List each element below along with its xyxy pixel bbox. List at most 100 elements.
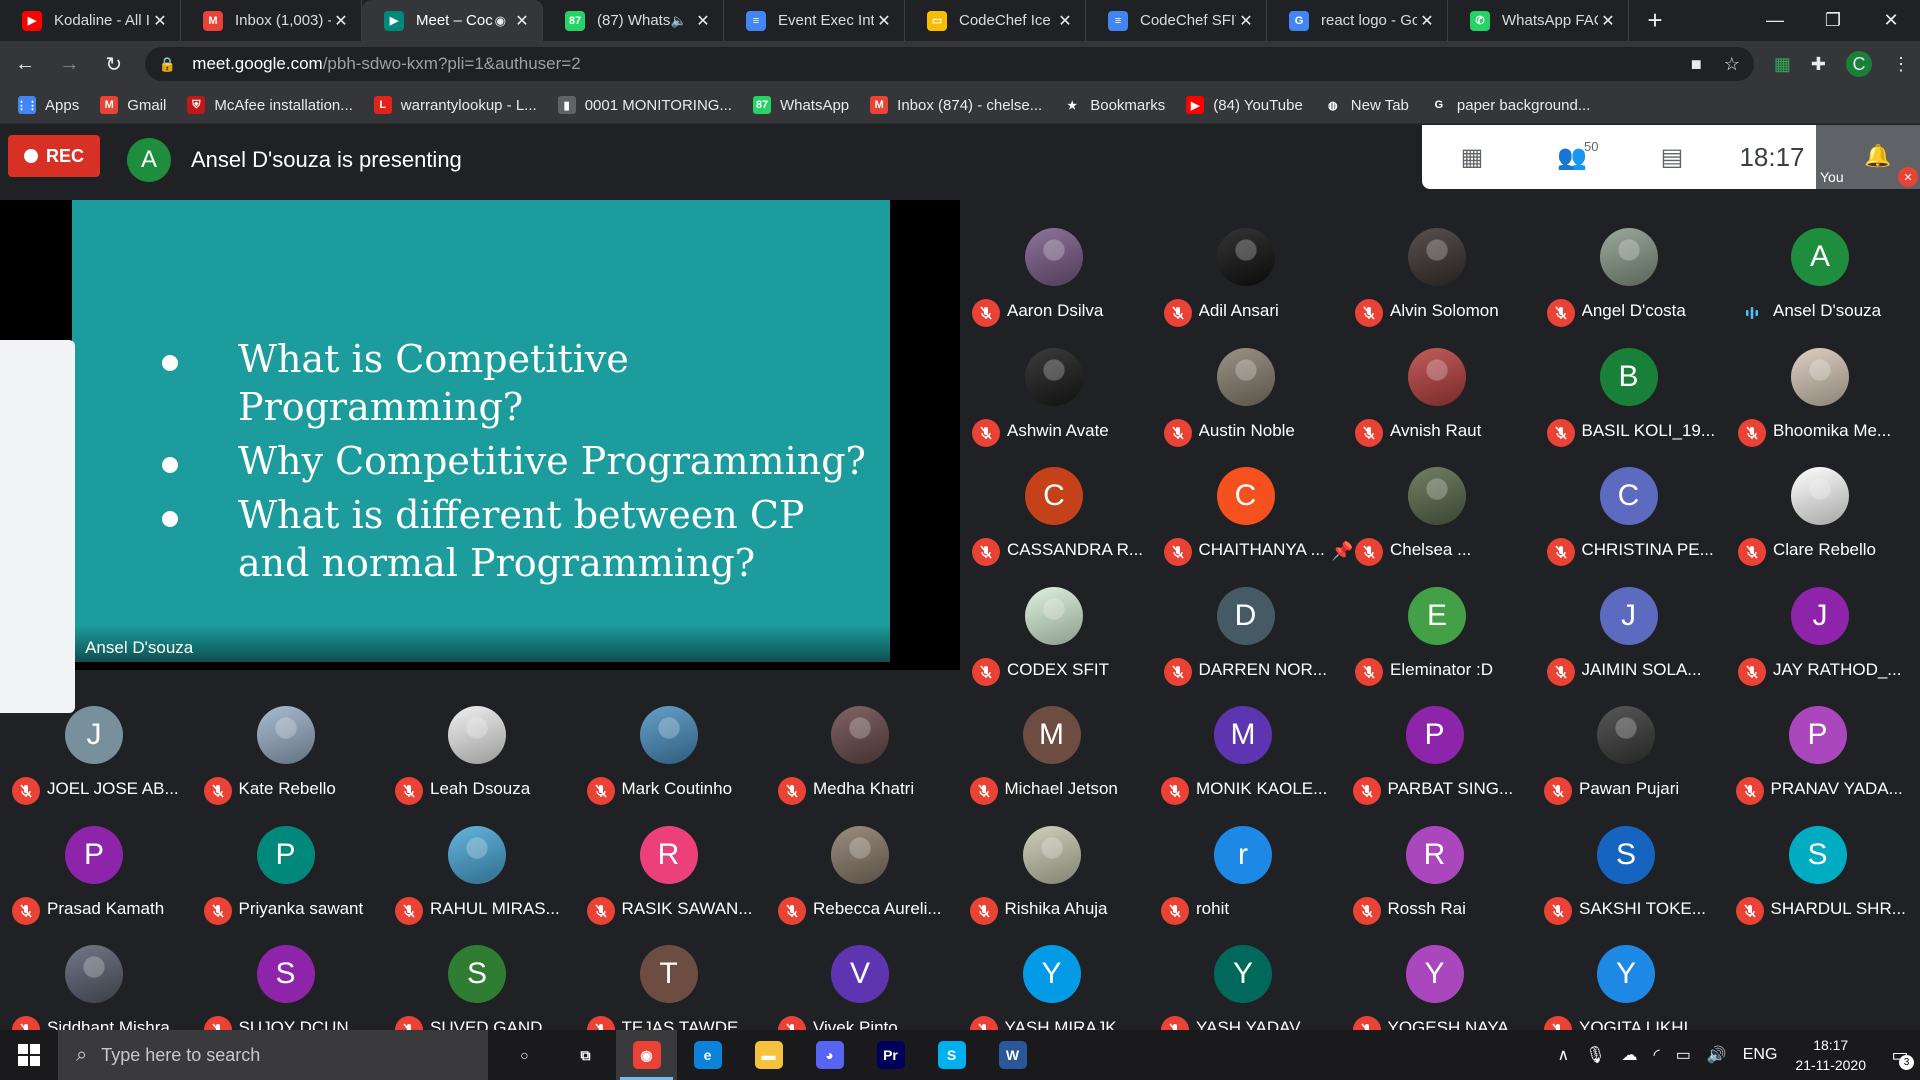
address-bar[interactable]: 🔒 meet.google.com/pbh-sdwo-kxm?pli=1&aut… [144, 47, 1754, 81]
chat-icon[interactable]: ▤ [1622, 143, 1722, 172]
chevron-up-icon[interactable]: ∧ [1557, 1045, 1569, 1065]
discord-taskbar-button[interactable]: ◕ [799, 1030, 860, 1080]
bookmark-item[interactable]: M Gmail [100, 96, 166, 114]
participant-tile[interactable]: Leah Dsouza [383, 696, 574, 814]
participant-tile[interactable]: J JAIMIN SOLA... [1535, 577, 1726, 695]
bookmark-star-icon[interactable]: ☆ [1724, 54, 1740, 75]
tab-close-icon[interactable]: ✕ [512, 11, 532, 31]
extensions-puzzle-icon[interactable]: ✚ [1811, 54, 1826, 75]
tab-close-icon[interactable]: ✕ [331, 11, 351, 31]
participant-tile[interactable]: r rohit [1149, 816, 1340, 934]
browser-tab[interactable]: ≡ Event Exec Inte ✕ [724, 0, 905, 41]
windows-start-button[interactable] [0, 1030, 58, 1080]
bookmark-item[interactable]: M Inbox (874) - chelse... [870, 96, 1042, 114]
participant-tile[interactable]: C CHRISTINA PE... [1535, 457, 1726, 575]
sheets-extension-icon[interactable]: ▦ [1774, 54, 1791, 75]
participant-tile[interactable]: P PARBAT SING... [1341, 696, 1532, 814]
participant-tile[interactable]: B BASIL KOLI_19... [1535, 338, 1726, 456]
participant-tile[interactable]: C CASSANDRA R... [960, 457, 1151, 575]
volume-icon[interactable]: 🔊 [1707, 1045, 1727, 1065]
system-clock[interactable]: 18:17 21-11-2020 [1795, 1035, 1866, 1075]
onedrive-cloud-icon[interactable]: ☁ [1622, 1045, 1638, 1065]
participants-button[interactable]: 👥 50 [1522, 139, 1622, 172]
tab-close-icon[interactable]: ✕ [1417, 11, 1437, 31]
participant-tile[interactable]: Clare Rebello [1726, 457, 1917, 575]
microphone-icon[interactable]: 🎙 [1585, 1045, 1605, 1065]
menu-kebab-icon[interactable]: ⋮ [1892, 54, 1910, 75]
edge-taskbar-button[interactable]: e [677, 1030, 738, 1080]
participant-tile[interactable]: Kate Rebello [192, 696, 383, 814]
participant-tile[interactable]: C CHAITHANYA ... [1152, 457, 1343, 575]
bookmark-item[interactable]: Gpaper background... [1430, 96, 1591, 114]
taskbar-search[interactable]: ⌕ Type here to search [58, 1030, 488, 1080]
notification-center-button[interactable]: ▭ 3 [1880, 1030, 1920, 1080]
participant-tile[interactable]: Rishika Ahuja [958, 816, 1149, 934]
participant-tile[interactable]: Bhoomika Me... [1726, 338, 1917, 456]
participant-tile[interactable]: Avnish Raut [1343, 338, 1534, 456]
participant-tile[interactable]: A Ansel D'souza [1726, 218, 1917, 336]
forward-arrow-icon[interactable]: → [50, 44, 88, 84]
bookmark-item[interactable]: 87 WhatsApp [752, 96, 849, 114]
bookmark-item[interactable]: ⛨ McAfee installation... [187, 96, 353, 114]
participant-tile[interactable]: Mark Coutinho [575, 696, 766, 814]
close-window-button[interactable]: ✕ [1862, 0, 1920, 41]
browser-tab[interactable]: ▶ Kodaline - All I ✕ [0, 0, 181, 41]
wifi-icon[interactable]: ◜ [1654, 1045, 1660, 1065]
participant-tile[interactable]: Austin Noble [1152, 338, 1343, 456]
restore-button[interactable]: ❐ [1804, 0, 1862, 41]
participant-tile[interactable]: E Eleminator :D [1343, 577, 1534, 695]
participant-tile[interactable]: Rebecca Aureli... [766, 816, 957, 934]
participant-tile[interactable]: S SAKSHI TOKE... [1532, 816, 1723, 934]
premiere-pro-taskbar-button[interactable]: Pr [860, 1030, 921, 1080]
participant-tile[interactable]: J JOEL JOSE AB... [0, 696, 191, 814]
participant-tile[interactable]: P Prasad Kamath [0, 816, 191, 934]
bookmark-item[interactable]: ▮ 0001 MONITORING... [557, 96, 732, 114]
participant-tile[interactable]: RAHUL MIRAS... [383, 816, 574, 934]
participant-tile[interactable]: S SHARDUL SHR... [1724, 816, 1915, 934]
new-tab-button[interactable]: + [1635, 0, 1675, 41]
browser-tab[interactable]: ✆ WhatsApp FAC ✕ [1448, 0, 1629, 41]
cortana-taskbar-button[interactable]: ○ [494, 1030, 555, 1080]
tab-close-icon[interactable]: ✕ [1236, 11, 1256, 31]
minimize-button[interactable]: — [1746, 0, 1804, 41]
audio-playing-icon[interactable]: 🔈 [671, 13, 687, 29]
participant-tile[interactable]: P PRANAV YADA... [1724, 696, 1915, 814]
tab-close-icon[interactable]: ✕ [150, 11, 170, 31]
tab-close-icon[interactable]: ✕ [1598, 11, 1618, 31]
profile-avatar[interactable]: C [1846, 51, 1872, 77]
tab-close-icon[interactable]: ✕ [693, 11, 713, 31]
reload-icon[interactable]: ↻ [95, 44, 133, 84]
back-arrow-icon[interactable]: ← [6, 44, 44, 84]
participant-tile[interactable]: M MONIK KAOLE... [1149, 696, 1340, 814]
participant-tile[interactable]: Alvin Solomon [1343, 218, 1534, 336]
self-view-tile[interactable]: 🔔 You ✕ [1816, 125, 1920, 189]
layout-grid-icon[interactable]: ▦ [1422, 143, 1522, 172]
tab-close-icon[interactable]: ✕ [1055, 11, 1075, 31]
participant-tile[interactable]: R Rossh Rai [1341, 816, 1532, 934]
participant-tile[interactable]: Aaron Dsilva [960, 218, 1151, 336]
participant-tile[interactable]: CODEX SFIT [960, 577, 1151, 695]
participant-tile[interactable]: Angel D'costa [1535, 218, 1726, 336]
participant-tile[interactable]: Pawan Pujari [1532, 696, 1723, 814]
participant-tile[interactable]: Medha Khatri [766, 696, 957, 814]
participant-tile[interactable]: Adil Ansari [1152, 218, 1343, 336]
participant-tile[interactable]: P Priyanka sawant [192, 816, 383, 934]
bookmark-item[interactable]: ★ Bookmarks [1063, 96, 1165, 114]
browser-tab[interactable]: ▶ Meet – Coc ◉ ✕ [362, 0, 543, 41]
browser-tab[interactable]: 87 (87) Whats 🔈 ✕ [543, 0, 724, 41]
word-taskbar-button[interactable]: W [982, 1030, 1043, 1080]
chrome-taskbar-button[interactable]: ◉ [616, 1030, 677, 1080]
language-indicator[interactable]: ENG [1743, 1046, 1778, 1064]
task-view-taskbar-button[interactable]: ⧉ [555, 1030, 616, 1080]
browser-tab[interactable]: ≡ CodeChef SFIT ✕ [1086, 0, 1267, 41]
tab-close-icon[interactable]: ✕ [874, 11, 894, 31]
battery-icon[interactable]: ▭ [1676, 1045, 1691, 1065]
participant-tile[interactable]: D DARREN NOR... [1152, 577, 1343, 695]
browser-tab[interactable]: M Inbox (1,003) - ✕ [181, 0, 362, 41]
bookmark-item[interactable]: Lwarrantylookup - L... [373, 96, 537, 114]
pin-icon[interactable]: 📌 [1331, 541, 1353, 562]
file-explorer-taskbar-button[interactable]: ▬ [738, 1030, 799, 1080]
side-panel[interactable] [0, 340, 75, 713]
participant-tile[interactable]: M Michael Jetson [958, 696, 1149, 814]
browser-tab[interactable]: ▭ CodeChef Ice B ✕ [905, 0, 1086, 41]
